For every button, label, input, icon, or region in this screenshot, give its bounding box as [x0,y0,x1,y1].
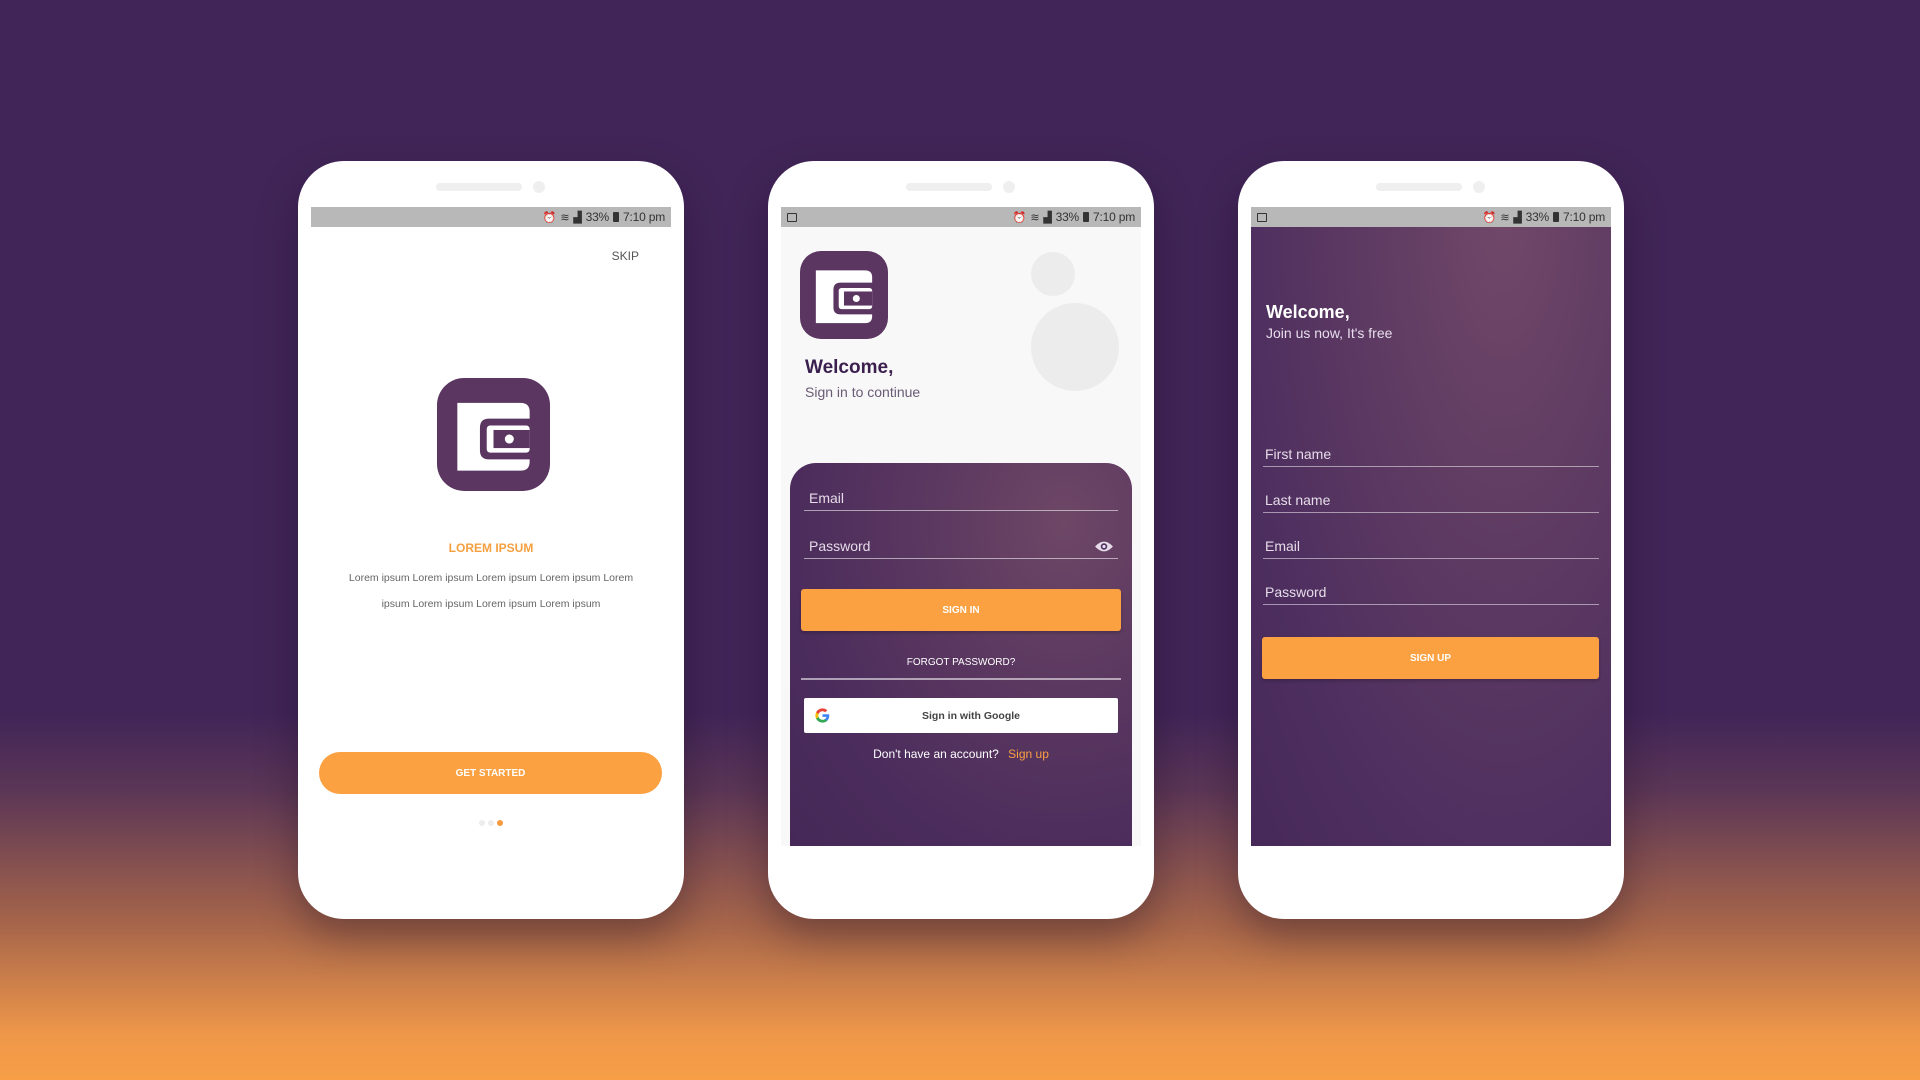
wifi-icon: ≋ [1030,211,1040,224]
phone-camera [533,181,545,193]
battery-icon [1553,212,1560,222]
password-field[interactable]: Password [1263,579,1599,605]
email-field[interactable]: Email [1263,533,1599,559]
welcome-heading: Welcome, [805,357,894,378]
signal-icon: ▟ [1043,211,1052,224]
signup-screen: ⏰ ≋ ▟ 33% 7:10 pm Welcome, Join us now, … [1251,207,1611,846]
signal-icon: ▟ [1513,211,1522,224]
phone-speaker [1376,183,1462,191]
phone-speaker [906,183,992,191]
forgot-password-link[interactable]: FORGOT PASSWORD? [790,657,1132,668]
onboarding-title: LOREM IPSUM [448,541,534,555]
phone-signin: ⏰ ≋ ▟ 33% 7:10 pm Welcome, Sign in to co… [768,161,1154,919]
page-dot[interactable] [488,820,494,826]
battery-icon [1083,212,1090,222]
onboarding-screen: ⏰ ≋ ▟ 33% 7:10 pm SKIP LOREM IPSUM Lorem… [311,207,671,846]
alarm-icon: ⏰ [542,211,557,224]
alarm-icon: ⏰ [1012,211,1027,224]
onboarding-body: Lorem ipsum Lorem ipsum Lorem ipsum Lore… [348,572,634,610]
image-notification-icon [1257,212,1267,222]
battery-percent: 33% [585,210,610,224]
get-started-button[interactable]: GET STARTED [319,752,662,794]
status-time: 7:10 pm [1563,210,1605,224]
status-time: 7:10 pm [1093,210,1135,224]
password-placeholder: Password [1265,584,1327,600]
password-placeholder: Password [809,538,871,554]
phone-camera [1003,181,1015,193]
first-name-field[interactable]: First name [1263,441,1599,467]
sign-in-button[interactable]: SIGN IN [801,589,1121,631]
welcome-subtitle: Sign in to continue [805,384,921,400]
page-dot[interactable] [479,820,485,826]
welcome-subtitle: Join us now, It's free [1266,325,1393,341]
welcome-heading: Welcome, [1266,302,1350,322]
sign-up-button[interactable]: SIGN UP [1262,637,1599,679]
last-name-placeholder: Last name [1265,492,1331,508]
eye-icon[interactable] [1094,540,1114,553]
decorative-circle [1031,252,1075,296]
phone-onboarding: ⏰ ≋ ▟ 33% 7:10 pm SKIP LOREM IPSUM Lorem… [298,161,684,919]
page-dot-active[interactable] [497,820,503,826]
email-placeholder: Email [809,490,845,506]
wallet-icon [437,378,550,491]
first-name-placeholder: First name [1265,446,1332,462]
password-field[interactable]: Password [804,523,1118,559]
signup-prompt: Don't have an account? Sign up [790,747,1132,761]
phone-signup: ⏰ ≋ ▟ 33% 7:10 pm Welcome, Join us now, … [1238,161,1624,919]
skip-button[interactable]: SKIP [612,249,639,263]
sign-up-link[interactable]: Sign up [1008,747,1049,761]
google-sign-in-label: Sign in with Google [922,709,1020,722]
google-sign-in-button[interactable]: Sign in with Google [804,698,1118,733]
divider [801,678,1121,680]
page-indicator [311,820,671,826]
phone-camera [1473,181,1485,193]
phone-speaker [436,183,522,191]
battery-icon [613,212,620,222]
wallet-icon [800,251,888,339]
signin-screen: ⏰ ≋ ▟ 33% 7:10 pm Welcome, Sign in to co… [781,207,1141,846]
email-field[interactable]: Email [804,475,1118,511]
status-time: 7:10 pm [623,210,665,224]
alarm-icon: ⏰ [1482,211,1497,224]
no-account-text: Don't have an account? [873,747,999,761]
status-bar: ⏰ ≋ ▟ 33% 7:10 pm [311,207,671,227]
signal-icon: ▟ [573,211,582,224]
wifi-icon: ≋ [560,211,570,224]
battery-percent: 33% [1525,210,1550,224]
last-name-field[interactable]: Last name [1263,487,1599,513]
signin-card: Email Password SIGN IN FORGOT PASSWORD? [790,463,1132,846]
status-bar: ⏰ ≋ ▟ 33% 7:10 pm [1251,207,1611,227]
google-icon [815,708,830,723]
battery-percent: 33% [1055,210,1080,224]
email-placeholder: Email [1265,538,1301,554]
decorative-circle [1031,303,1119,391]
wifi-icon: ≋ [1500,211,1510,224]
image-notification-icon [787,212,797,222]
status-bar: ⏰ ≋ ▟ 33% 7:10 pm [781,207,1141,227]
